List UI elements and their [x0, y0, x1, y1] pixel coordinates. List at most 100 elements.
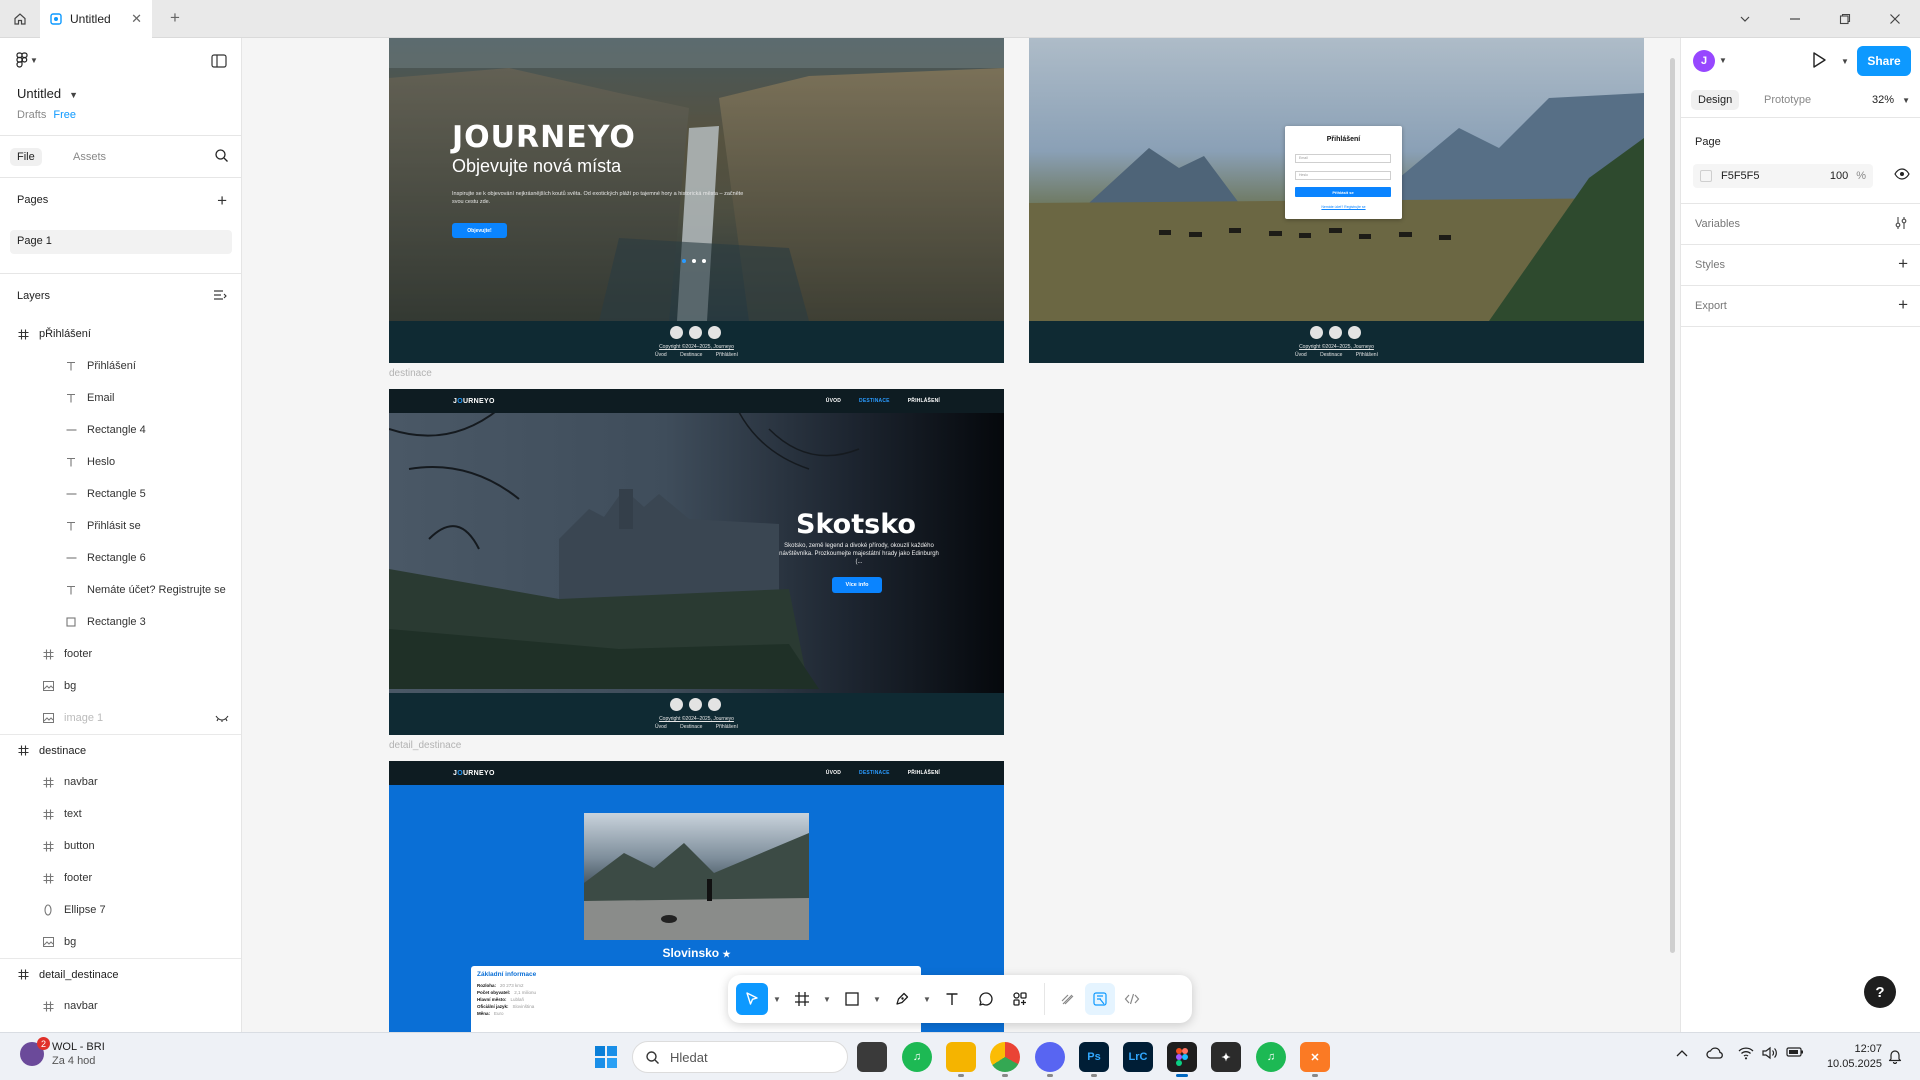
layer-item[interactable]: detail_destinace [0, 958, 241, 990]
layer-item[interactable]: Přihlášení [0, 350, 241, 382]
destinace-frame[interactable]: JOURNEYO ÚVOD DESTINACE PŘIHLÁŠENÍ Skots… [389, 389, 1004, 735]
chevron-down-icon[interactable]: ▼ [1902, 96, 1910, 105]
email-field[interactable]: Email [1295, 154, 1391, 163]
footer-link[interactable]: Úvod [1295, 352, 1307, 358]
tab-design[interactable]: Design [1691, 90, 1740, 110]
new-tab-icon[interactable]: + [170, 9, 180, 26]
layer-item[interactable]: button [0, 830, 241, 862]
layer-list-options-icon[interactable] [213, 289, 227, 301]
chevron-down-icon[interactable]: ▼ [920, 995, 934, 1004]
page-color-field[interactable]: F5F5F5 100 % [1693, 164, 1873, 188]
social-icon[interactable] [1348, 326, 1361, 339]
footer-link[interactable]: Destinace [680, 352, 702, 358]
carousel-dots[interactable] [682, 259, 706, 263]
layer-item[interactable]: Email [0, 382, 241, 414]
layer-item[interactable]: navbar [0, 766, 241, 798]
canvas-scrollbar[interactable] [1670, 58, 1675, 953]
login-frame[interactable]: Přihlášení Email Heslo Přihlásit se Nemá… [1029, 38, 1644, 363]
social-icon[interactable] [708, 326, 721, 339]
help-button[interactable]: ? [1864, 976, 1896, 1008]
social-icon[interactable] [689, 326, 702, 339]
frame-tool[interactable] [786, 983, 818, 1015]
footer-link[interactable]: Přihlášení [716, 724, 738, 730]
volume-icon[interactable] [1762, 1046, 1778, 1060]
search-icon[interactable] [214, 148, 229, 163]
password-field[interactable]: Heslo [1295, 171, 1391, 180]
layer-item[interactable]: Rectangle 5 [0, 478, 241, 510]
weather-widget[interactable]: 2 WOL - BRI Za 4 hod [20, 1037, 105, 1067]
footer-link[interactable]: Přihlášení [716, 352, 738, 358]
design-mode-button[interactable] [1085, 983, 1115, 1015]
taskbar-search[interactable]: Hledat [632, 1041, 848, 1073]
file-manager-icon[interactable] [857, 1042, 887, 1072]
add-style-icon[interactable]: + [1898, 254, 1908, 274]
shape-tool[interactable] [836, 983, 868, 1015]
page-item[interactable]: Page 1 [10, 230, 232, 254]
nav-link-uvod[interactable]: ÚVOD [826, 398, 841, 404]
layer-item[interactable]: Rectangle 6 [0, 542, 241, 574]
explore-button[interactable]: Objevujte! [452, 223, 507, 238]
chevron-down-icon[interactable]: ▼ [820, 995, 834, 1004]
tab-file[interactable]: File [10, 148, 42, 166]
plan-badge[interactable]: Free [53, 109, 76, 121]
spotify-icon[interactable]: ♫ [1256, 1042, 1286, 1072]
star-icon[interactable]: ★ [722, 949, 730, 959]
more-info-button[interactable]: Více info [832, 577, 882, 593]
explorer-icon[interactable] [946, 1042, 976, 1077]
text-tool[interactable] [936, 983, 968, 1015]
home-icon[interactable] [8, 7, 32, 31]
layer-item[interactable]: Rectangle 4 [0, 414, 241, 446]
lightroom-icon[interactable]: LrC [1123, 1042, 1153, 1072]
close-window-icon[interactable] [1870, 0, 1920, 38]
chrome-icon[interactable] [990, 1042, 1020, 1077]
layer-item[interactable]: pŘihlášení [0, 318, 241, 350]
share-button[interactable]: Share [1857, 46, 1911, 76]
dev-mode-button[interactable] [1117, 983, 1147, 1015]
main-menu-button[interactable]: ▼ [16, 52, 38, 68]
nav-link-prihlaseni[interactable]: PŘIHLÁŠENÍ [908, 398, 940, 404]
canvas[interactable]: JOURNEYO Objevujte nová místa Inspirujte… [242, 38, 1678, 1032]
close-tab-icon[interactable]: ✕ [131, 11, 142, 27]
restore-icon[interactable] [1820, 0, 1870, 38]
chevron-down-icon[interactable]: ▼ [1719, 56, 1727, 65]
chevron-down-icon[interactable]: ▼ [1841, 57, 1849, 66]
login-button[interactable]: Přihlásit se [1295, 187, 1391, 197]
footer-link[interactable]: Destinace [1320, 352, 1342, 358]
variables-settings-icon[interactable] [1894, 216, 1908, 230]
layer-item[interactable]: text [0, 798, 241, 830]
spotify-icon[interactable]: ♫ [902, 1042, 932, 1072]
toggle-sidebar-icon[interactable] [211, 54, 227, 68]
footer-link[interactable]: Úvod [655, 352, 667, 358]
color-swatch[interactable] [1700, 170, 1712, 182]
nav-link-destinace[interactable]: DESTINACE [859, 770, 890, 776]
layer-item[interactable]: bg [0, 926, 241, 958]
system-clock[interactable]: 12:07 10.05.2025 [1818, 1042, 1882, 1072]
footer-link[interactable]: Destinace [680, 724, 702, 730]
drafts-label[interactable]: Drafts [17, 109, 46, 121]
layer-item[interactable]: Rectangle 3 [0, 606, 241, 638]
layer-item[interactable]: Přihlásit se [0, 510, 241, 542]
footer-link[interactable]: Přihlášení [1356, 352, 1378, 358]
add-page-icon[interactable]: + [217, 191, 227, 211]
frame-label-destinace[interactable]: destinace [389, 368, 432, 379]
page-color-hex[interactable]: F5F5F5 [1721, 170, 1760, 182]
comment-tool[interactable] [970, 983, 1002, 1015]
battery-icon[interactable] [1786, 1046, 1804, 1058]
file-name[interactable]: Untitled ▼ [17, 86, 78, 101]
show-hidden-icons-icon[interactable] [1676, 1048, 1688, 1058]
layer-item[interactable]: obrazek_a_nazev [0, 1022, 241, 1032]
nav-link-uvod[interactable]: ÚVOD [826, 770, 841, 776]
social-icon[interactable] [689, 698, 702, 711]
navbar-brand[interactable]: JOURNEYO [453, 770, 495, 777]
pen-tool[interactable] [886, 983, 918, 1015]
register-link[interactable]: Nemáte účet? Registrujte se [1285, 205, 1402, 209]
figma-icon[interactable] [1167, 1042, 1197, 1077]
tab-prototype[interactable]: Prototype [1757, 90, 1818, 110]
add-export-icon[interactable]: + [1898, 295, 1908, 315]
social-icon[interactable] [670, 698, 683, 711]
social-icon[interactable] [1329, 326, 1342, 339]
navbar-brand[interactable]: JOURNEYO [453, 398, 495, 405]
social-icon[interactable] [708, 698, 721, 711]
page-opacity[interactable]: 100 [1830, 170, 1848, 182]
layer-item[interactable]: footer [0, 638, 241, 670]
